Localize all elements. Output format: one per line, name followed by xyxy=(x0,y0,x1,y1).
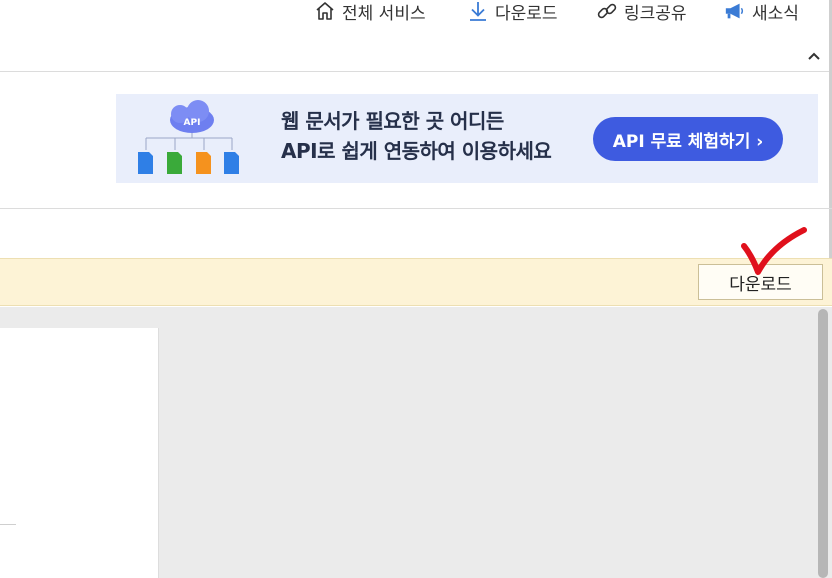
banner-line-2: API로 쉽게 연동하여 이용하세요 xyxy=(281,139,552,163)
home-icon xyxy=(314,0,336,22)
api-trial-button[interactable]: API 무료 체험하기 › xyxy=(593,117,783,161)
nav-news[interactable]: 새소식 xyxy=(724,0,799,25)
nav-all-services-label: 전체 서비스 xyxy=(342,3,426,24)
nav-all-services[interactable]: 전체 서비스 xyxy=(314,0,426,25)
top-navigation: 전체 서비스 다운로드 링크공유 새소식 xyxy=(0,0,832,30)
chevron-up-icon xyxy=(808,52,820,60)
nav-download-label: 다운로드 xyxy=(495,3,558,24)
file-icons xyxy=(138,152,239,174)
nav-link-share-label: 링크공유 xyxy=(624,3,687,24)
link-icon xyxy=(596,0,618,22)
nav-link-share[interactable]: 링크공유 xyxy=(596,0,687,25)
document-page xyxy=(0,328,159,578)
api-badge: API xyxy=(184,118,201,128)
banner-message: 웹 문서가 필요한 곳 어디든 API로 쉽게 연동하여 이용하세요 xyxy=(281,106,552,166)
viewer-scrollbar-thumb[interactable] xyxy=(818,309,828,578)
api-promo-banner[interactable]: API 웹 문서가 필요한 곳 어디든 API로 쉽게 연동하여 이용하세요 A… xyxy=(116,94,818,183)
api-cloud-illustration: API xyxy=(138,100,239,174)
megaphone-icon xyxy=(724,0,746,22)
nav-news-label: 새소식 xyxy=(752,3,799,24)
page-rule xyxy=(0,524,16,525)
download-button-label: 다운로드 xyxy=(729,274,792,295)
collapse-button[interactable] xyxy=(804,46,824,66)
download-button[interactable]: 다운로드 xyxy=(698,264,823,300)
cloud-icon xyxy=(170,100,214,133)
banner-divider xyxy=(0,208,832,209)
download-icon xyxy=(467,0,489,22)
header-divider xyxy=(0,71,832,72)
banner-line-1: 웹 문서가 필요한 곳 어디든 xyxy=(281,109,504,133)
nav-download[interactable]: 다운로드 xyxy=(467,0,558,25)
api-trial-label: API 무료 체험하기 › xyxy=(612,131,764,152)
